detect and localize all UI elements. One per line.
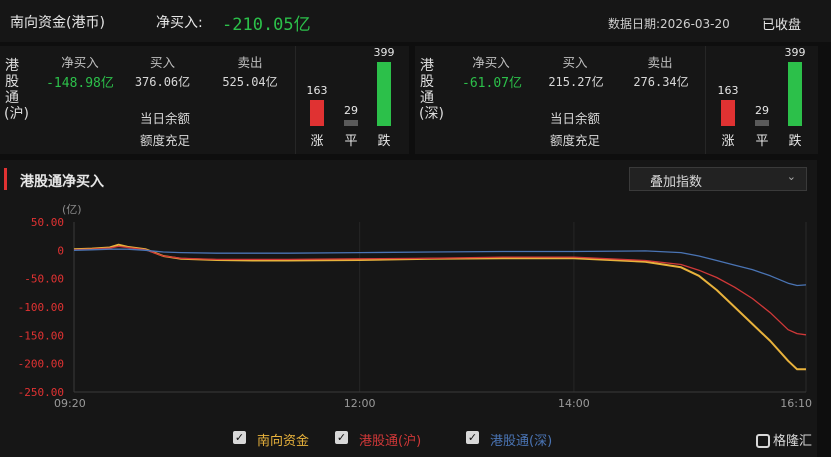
x-tick-label: 09:20: [54, 397, 86, 410]
series-line: [73, 243, 806, 371]
line-chart: 50.000-50.00-100.00-150.00-200.00-250.00…: [18, 216, 812, 410]
checkbox-checked-icon: ✓: [335, 431, 348, 444]
checkbox-checked-icon: ✓: [233, 431, 246, 444]
legend-label: 港股通(沪): [359, 434, 422, 449]
x-tick-label: 14:00: [558, 397, 590, 410]
legend-label: 港股通(深): [490, 434, 553, 449]
y-tick-label: 0: [57, 244, 64, 257]
x-tick-label: 12:00: [344, 397, 376, 410]
brand-logo: 格隆汇: [756, 430, 812, 449]
brand-logo-icon: [756, 434, 770, 448]
legend-label: 南向资金: [257, 434, 310, 449]
y-tick-label: -100.00: [18, 301, 64, 314]
y-tick-label: -50.00: [24, 273, 64, 286]
y-tick-label: -150.00: [18, 329, 64, 342]
checkbox-checked-icon: ✓: [466, 431, 479, 444]
y-tick-label: 50.00: [31, 216, 64, 229]
y-tick-label: -200.00: [18, 358, 64, 371]
series-line: [73, 248, 807, 287]
x-tick-label: 16:10: [780, 397, 812, 410]
